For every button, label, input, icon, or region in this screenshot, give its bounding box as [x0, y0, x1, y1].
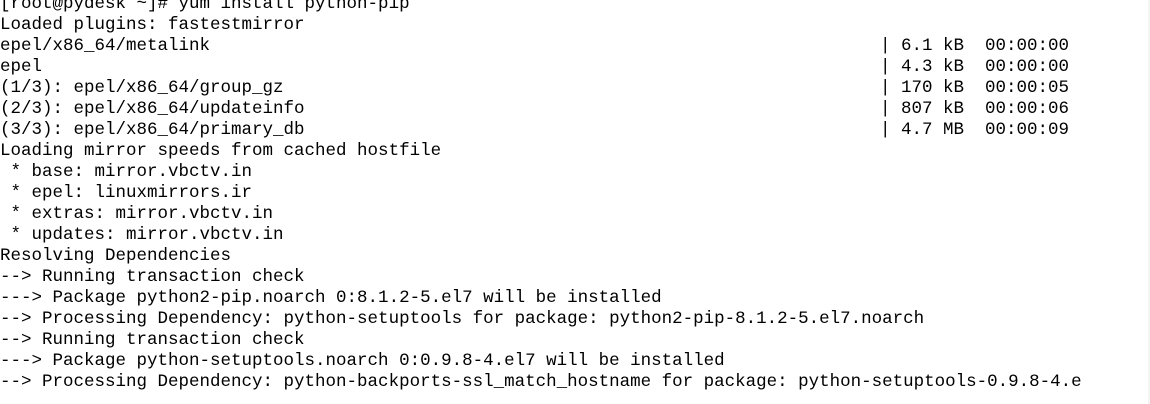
download-name: epel [0, 57, 43, 77]
download-name: (2/3): epel/x86_64/updateinfo [0, 99, 305, 119]
download-stats: | 807 kB 00:00:06 [880, 99, 1070, 119]
terminal-line-mirror: * extras: mirror.vbctv.in [0, 204, 274, 224]
terminal-line-download: (3/3): epel/x86_64/primary_db | 4.7 MB 0… [0, 120, 1150, 141]
download-stats: | 170 kB 00:00:05 [880, 78, 1070, 98]
terminal-line: --> Running transaction check [0, 267, 305, 287]
terminal-output[interactable]: [root@pydesk ~]# yum install python-pip … [0, 0, 1150, 404]
terminal-line: Resolving Dependencies [0, 246, 232, 266]
terminal-line-download: epel/x86_64/metalink | 6.1 kB 00:00:00 [0, 36, 1150, 57]
download-stats: | 4.7 MB 00:00:09 [880, 120, 1070, 140]
terminal-line: ---> Package python2-pip.noarch 0:8.1.2-… [0, 288, 662, 308]
terminal-line: ---> Package python-setuptools.noarch 0:… [0, 351, 725, 371]
terminal-line-mirror: * base: mirror.vbctv.in [0, 162, 253, 182]
terminal-line-download: (1/3): epel/x86_64/group_gz | 170 kB 00:… [0, 78, 1150, 99]
terminal-line: Loading mirror speeds from cached hostfi… [0, 141, 442, 161]
terminal-line-download: epel | 4.3 kB 00:00:00 [0, 57, 1150, 78]
terminal-line-download: (2/3): epel/x86_64/updateinfo | 807 kB 0… [0, 99, 1150, 120]
terminal-line-mirror: * updates: mirror.vbctv.in [0, 225, 284, 245]
terminal-line-prompt: [root@pydesk ~]# yum install python-pip [0, 0, 410, 14]
download-name: (3/3): epel/x86_64/primary_db [0, 120, 305, 140]
terminal-line: Loaded plugins: fastestmirror [0, 15, 305, 35]
download-stats: | 6.1 kB 00:00:00 [880, 36, 1070, 56]
terminal-line-mirror: * epel: linuxmirrors.ir [0, 183, 253, 203]
download-name: (1/3): epel/x86_64/group_gz [0, 78, 284, 98]
download-stats: | 4.3 kB 00:00:00 [880, 57, 1070, 77]
download-name: epel/x86_64/metalink [0, 36, 211, 56]
terminal-line: --> Running transaction check [0, 330, 305, 350]
terminal-line: --> Processing Dependency: python-setupt… [0, 309, 925, 329]
terminal-line: --> Processing Dependency: python-backpo… [0, 372, 1082, 392]
